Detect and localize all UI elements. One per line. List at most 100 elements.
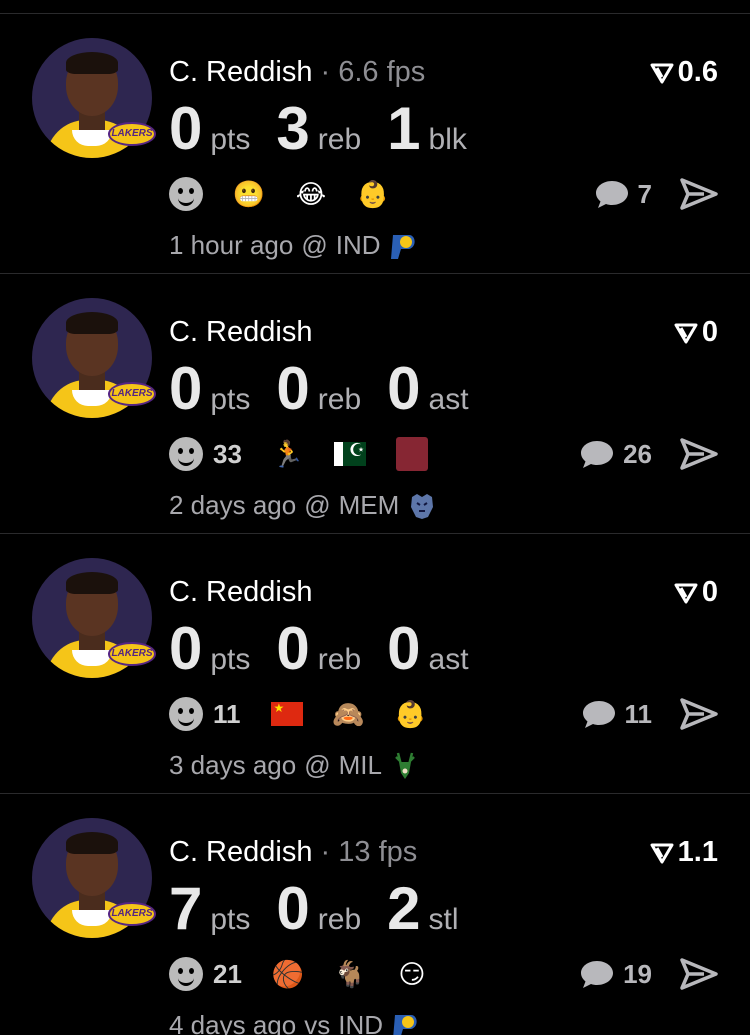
stat-label: ast: [428, 383, 469, 416]
rating[interactable]: 0.6: [650, 56, 718, 89]
rating-arrow-icon: [650, 843, 674, 863]
add-reaction-smiley-icon[interactable]: [169, 177, 203, 211]
game-info: 3 days ago @ MIL: [169, 750, 420, 781]
add-reaction-smiley-icon[interactable]: [169, 437, 203, 471]
reaction-bar: 😬 😂 👶: [169, 174, 389, 214]
china-flag-icon[interactable]: [270, 698, 303, 730]
stat-line: 0 pts 0 reb 0 ast: [169, 614, 495, 683]
stat-line: 0 pts 0 reb 0 ast: [169, 354, 495, 423]
opponent-abbrev[interactable]: MIL: [339, 750, 382, 781]
add-reaction-smiley-icon[interactable]: [169, 957, 203, 991]
player-name-line: C. Reddish · 6.6 fps: [169, 56, 425, 89]
stat-post-card[interactable]: LAKERS C. Reddish · 13 fps 1.1 7 pts 0 reb…: [0, 794, 750, 1035]
pakistan-flag-icon[interactable]: [333, 438, 366, 470]
comment-bubble-icon: [595, 181, 628, 208]
opponent-abbrev[interactable]: IND: [338, 1010, 383, 1035]
time-ago: 3 days ago: [169, 750, 297, 780]
lakers-logo-icon: LAKERS: [108, 902, 156, 926]
stat-value: 1: [387, 95, 421, 162]
stat-label: pts: [210, 903, 251, 936]
lakers-logo-icon: LAKERS: [108, 382, 156, 406]
reaction-bar: 33 🏃: [169, 434, 428, 474]
reaction-count: 33: [213, 438, 242, 469]
pacers-logo-icon: [393, 1014, 417, 1035]
comments-button[interactable]: 19: [579, 954, 652, 994]
share-send-icon[interactable]: [680, 697, 718, 731]
comment-bubble-icon: [581, 961, 614, 988]
reaction-emoji[interactable]: 😏: [396, 958, 428, 990]
rating[interactable]: 0: [674, 316, 718, 349]
game-info: 2 days ago @ MEM: [169, 490, 437, 521]
rating[interactable]: 0: [674, 576, 718, 609]
lakers-logo-icon: LAKERS: [108, 122, 156, 146]
game-info: 4 days ago vs IND: [169, 1010, 421, 1035]
stat-value: 0: [169, 355, 203, 422]
comment-count: 11: [624, 698, 653, 729]
reaction-count: 11: [213, 698, 241, 729]
rating-value: 0.6: [677, 56, 718, 88]
reaction-count: 21: [213, 958, 242, 989]
comments-button[interactable]: 7: [594, 174, 652, 214]
player-name[interactable]: C. Reddish: [169, 836, 312, 868]
stat-label: pts: [210, 643, 251, 676]
share-send-icon[interactable]: [680, 957, 718, 991]
opponent-abbrev[interactable]: IND: [336, 230, 381, 261]
share-send-icon[interactable]: [680, 177, 718, 211]
location-prefix: @: [301, 230, 328, 260]
rating[interactable]: 1.1: [650, 836, 718, 869]
stat-line: 0 pts 3 reb 1 blk: [169, 94, 493, 163]
reaction-bar: 11 🙈 👶: [169, 694, 427, 734]
player-name[interactable]: C. Reddish: [169, 56, 312, 88]
game-info: 1 hour ago @ IND: [169, 230, 419, 261]
rating-value: 1.1: [677, 836, 718, 868]
reaction-emoji[interactable]: 😂: [295, 178, 327, 210]
reaction-emoji[interactable]: 🐐: [334, 958, 366, 990]
stat-label: blk: [428, 123, 467, 156]
rating-arrow-icon: [650, 63, 674, 83]
lakers-logo-icon: LAKERS: [108, 642, 156, 666]
location-prefix: @: [304, 490, 331, 520]
add-reaction-smiley-icon[interactable]: [169, 697, 203, 731]
time-ago: 2 days ago: [169, 490, 297, 520]
pacers-logo-icon: [390, 234, 415, 259]
stat-label: ast: [428, 643, 469, 676]
reaction-emoji[interactable]: 👶: [357, 178, 389, 210]
stat-label: stl: [428, 903, 459, 936]
share-send-icon[interactable]: [680, 437, 718, 471]
stat-value: 0: [276, 875, 310, 942]
comments-button[interactable]: 11: [581, 694, 653, 734]
location-prefix: @: [304, 750, 331, 780]
player-name-line: C. Reddish: [169, 576, 312, 609]
stat-value: 0: [276, 615, 310, 682]
rating-arrow-icon: [674, 323, 698, 343]
comment-bubble-icon: [582, 701, 615, 728]
fps-value: · 6.6 fps: [312, 56, 426, 88]
player-name[interactable]: C. Reddish: [169, 316, 312, 348]
stat-post-card[interactable]: LAKERS C. Reddish 0 0pts 0reb 0ast 11 🙈 …: [0, 534, 750, 794]
comment-count: 26: [623, 438, 652, 469]
stat-label: reb: [317, 383, 362, 416]
maroon-square-icon[interactable]: [395, 437, 428, 471]
stat-value: 7: [169, 875, 203, 942]
reaction-emoji[interactable]: 😬: [233, 178, 265, 210]
stat-post-card[interactable]: LAKERS C. Reddish · 6.6 fps 0.6 0 pts 3 re…: [0, 14, 750, 274]
stat-value: 0: [169, 95, 203, 162]
grizzlies-logo-icon: [411, 493, 434, 519]
stat-value: 0: [169, 615, 203, 682]
time-ago: 4 days ago: [169, 1010, 297, 1035]
reaction-emoji[interactable]: 🏃: [272, 438, 304, 470]
opponent-abbrev[interactable]: MEM: [339, 490, 400, 521]
comment-count: 19: [623, 958, 652, 989]
stat-label: reb: [317, 123, 362, 156]
comments-button[interactable]: 26: [579, 434, 652, 474]
stat-value: 2: [387, 875, 421, 942]
reaction-emoji[interactable]: 🙈: [332, 698, 364, 730]
rating-arrow-icon: [674, 583, 698, 603]
reaction-emoji[interactable]: 🏀: [272, 958, 304, 990]
comment-bubble-icon: [581, 441, 614, 468]
reaction-emoji[interactable]: 👶: [394, 698, 426, 730]
stat-post-card[interactable]: LAKERS C. Reddish 0 0 pts 0 reb 0 ast 33 🏃 …: [0, 274, 750, 534]
stat-value: 3: [276, 95, 310, 162]
player-name[interactable]: C. Reddish: [169, 576, 312, 608]
stat-value: 0: [276, 355, 310, 422]
